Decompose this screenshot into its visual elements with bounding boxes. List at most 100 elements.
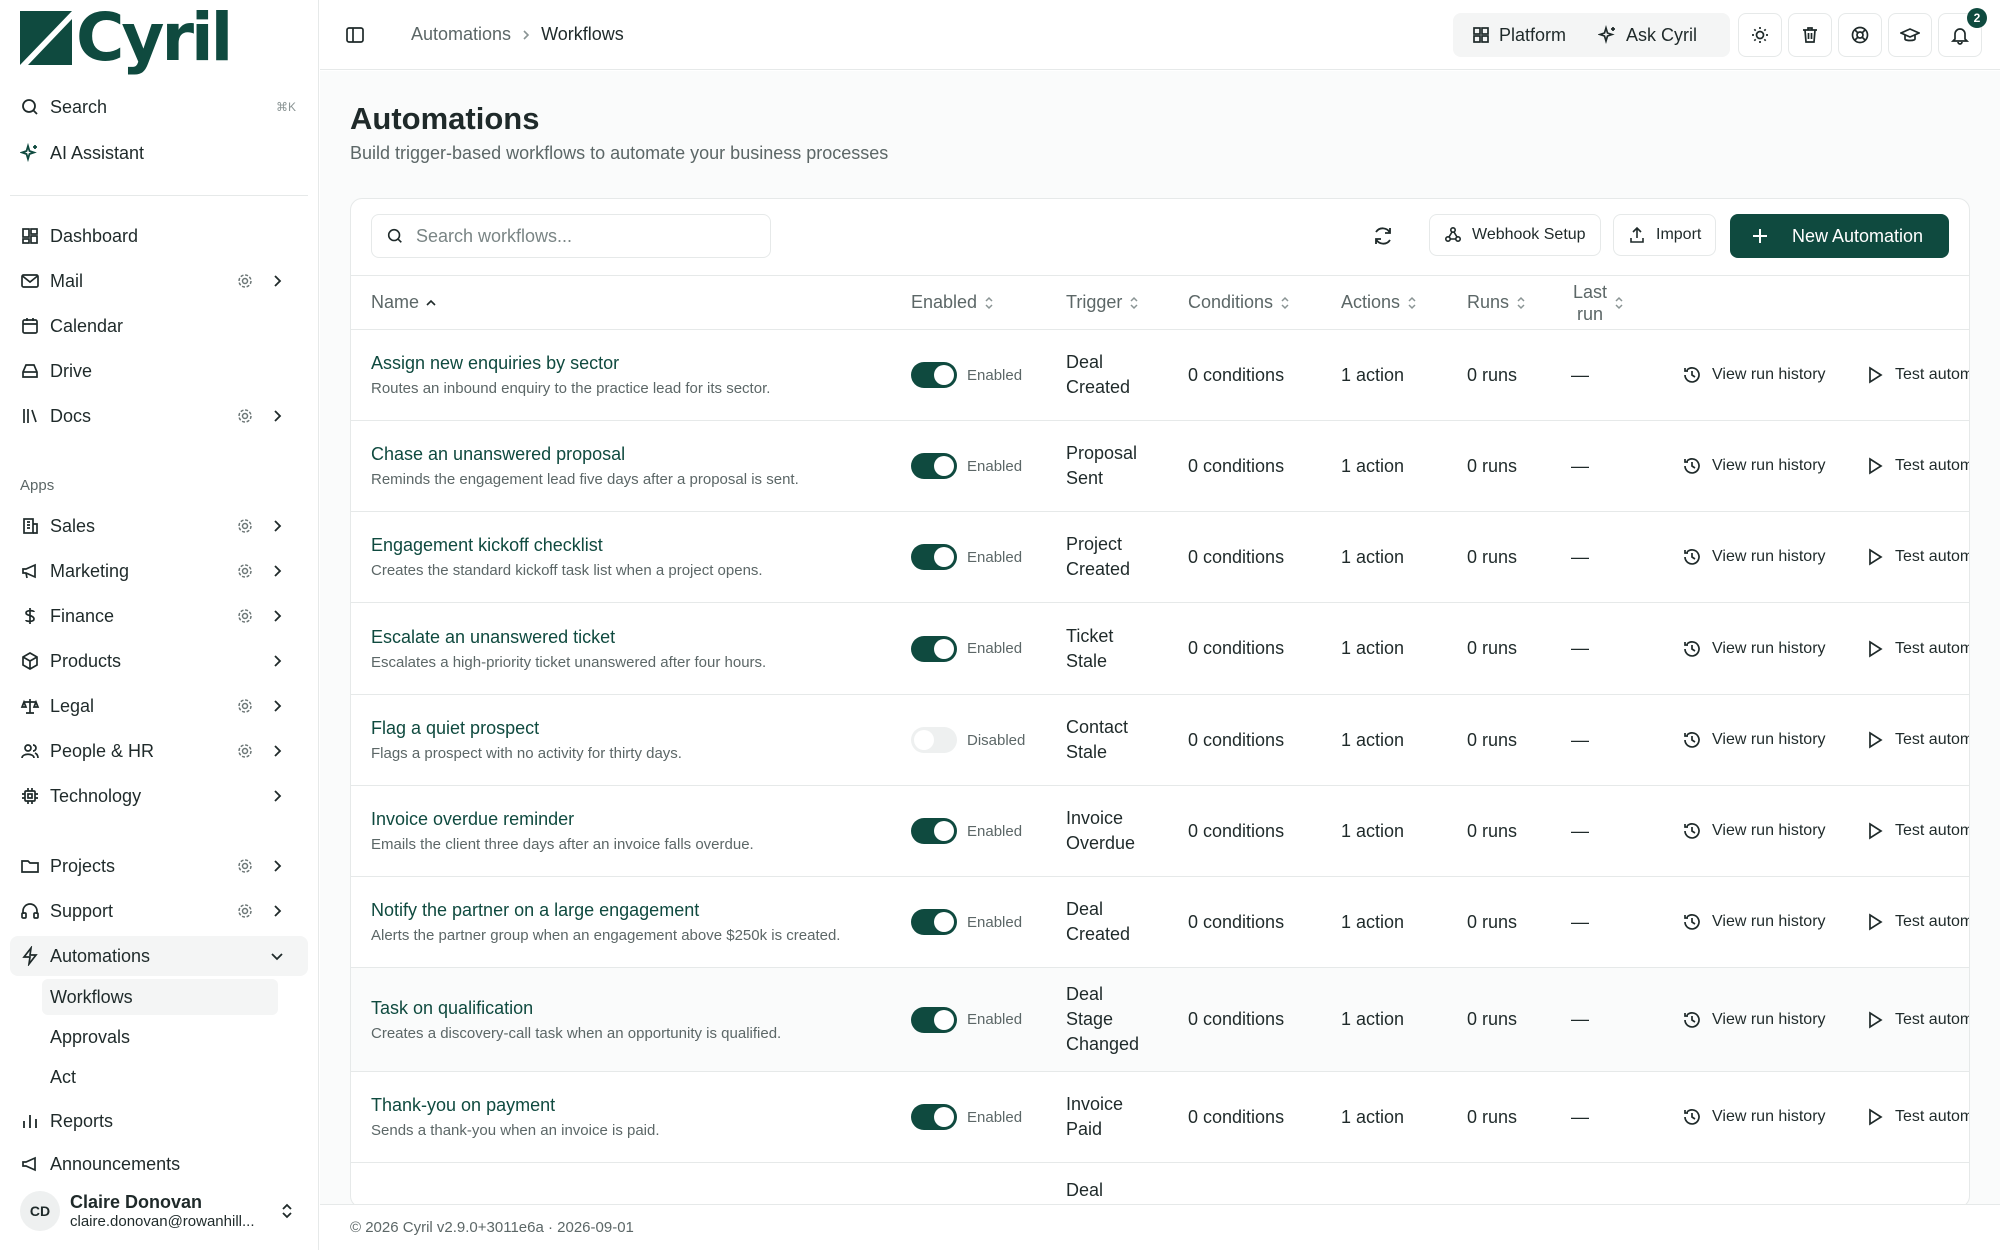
enabled-toggle[interactable] (911, 727, 957, 753)
webhook-setup-button[interactable]: Webhook Setup (1429, 214, 1601, 256)
chevron-down-icon[interactable] (268, 947, 286, 965)
sidebar-item-projects[interactable]: Projects (10, 846, 308, 886)
view-run-history-button[interactable]: View run history (1682, 1107, 1826, 1127)
enabled-toggle[interactable] (911, 909, 957, 935)
chevron-right-icon[interactable] (268, 562, 286, 580)
breadcrumb-automations[interactable]: Automations (411, 24, 511, 45)
sidebar-ai-assistant[interactable]: AI Assistant (10, 133, 308, 173)
enabled-toggle[interactable] (911, 362, 957, 388)
chevron-right-icon[interactable] (268, 742, 286, 760)
sidebar-item-drive[interactable]: Drive (10, 351, 308, 391)
sidebar-item-automations[interactable]: Automations (10, 936, 308, 976)
view-run-history-button[interactable]: View run history (1682, 547, 1826, 567)
gear-icon[interactable] (236, 607, 254, 625)
chevron-right-icon[interactable] (268, 407, 286, 425)
user-menu[interactable]: CD Claire Donovan claire.donovan@rowanhi… (10, 1186, 308, 1236)
table-row[interactable]: Escalate an unanswered ticket Escalates … (351, 603, 1969, 695)
workflow-name[interactable]: Engagement kickoff checklist (371, 535, 603, 556)
enabled-toggle[interactable] (911, 1006, 957, 1033)
view-run-history-button[interactable]: View run history (1682, 821, 1826, 841)
workflow-name[interactable]: Notify the partner on a large engagement (371, 900, 699, 921)
sidebar-item-mail[interactable]: Mail (10, 261, 308, 301)
sidebar-item-reports[interactable]: Reports (10, 1101, 308, 1141)
column-enabled[interactable]: Enabled (911, 276, 995, 329)
chevron-right-icon[interactable] (268, 652, 286, 670)
sidebar-item-calendar[interactable]: Calendar (10, 306, 308, 346)
sidebar-item-products[interactable]: Products (10, 641, 308, 681)
chevron-right-icon[interactable] (268, 517, 286, 535)
column-name[interactable]: Name (371, 276, 437, 329)
enabled-toggle[interactable] (911, 544, 957, 570)
sidebar-item-support[interactable]: Support (10, 891, 308, 931)
table-row[interactable]: Thank-you on payment Sends a thank-you w… (351, 1072, 1969, 1163)
gear-icon[interactable] (236, 272, 254, 290)
sidebar-subitem-act[interactable]: Act (42, 1059, 278, 1095)
workflow-name[interactable]: Escalate an unanswered ticket (371, 627, 615, 648)
view-run-history-button[interactable]: View run history (1682, 365, 1826, 385)
test-automation-button[interactable]: Test autom (1865, 821, 1969, 841)
trash-button[interactable] (1788, 13, 1832, 57)
refresh-icon[interactable] (1371, 224, 1395, 248)
chevron-right-icon[interactable] (268, 697, 286, 715)
import-button[interactable]: Import (1613, 214, 1717, 256)
ask-cyril-button[interactable]: Ask Cyril (1598, 25, 1697, 46)
workflow-name[interactable]: Task on qualification (371, 998, 533, 1019)
sidebar-item-docs[interactable]: Docs (10, 396, 308, 436)
chevron-right-icon[interactable] (268, 787, 286, 805)
view-run-history-button[interactable]: View run history (1682, 639, 1826, 659)
gear-icon[interactable] (236, 517, 254, 535)
chevron-right-icon[interactable] (268, 607, 286, 625)
workflow-name[interactable]: Thank-you on payment (371, 1095, 555, 1116)
gear-icon[interactable] (236, 407, 254, 425)
test-automation-button[interactable]: Test autom (1865, 912, 1969, 932)
platform-button[interactable]: Platform (1471, 25, 1566, 46)
table-row[interactable]: Deal (351, 1164, 1969, 1207)
sidebar-subitem-workflows[interactable]: Workflows (42, 979, 278, 1015)
gear-icon[interactable] (236, 742, 254, 760)
cyril-logo[interactable]: Cyril (20, 5, 233, 71)
gear-icon[interactable] (236, 562, 254, 580)
table-row[interactable]: Notify the partner on a large engagement… (351, 877, 1969, 968)
table-row[interactable]: Invoice overdue reminder Emails the clie… (351, 786, 1969, 877)
table-row[interactable]: Flag a quiet prospect Flags a prospect w… (351, 695, 1969, 786)
learning-button[interactable] (1888, 13, 1932, 57)
sidebar-subitem-approvals[interactable]: Approvals (42, 1019, 278, 1055)
view-run-history-button[interactable]: View run history (1682, 730, 1826, 750)
chevron-right-icon[interactable] (268, 857, 286, 875)
test-automation-button[interactable]: Test autom (1865, 456, 1969, 476)
workflow-name[interactable]: Invoice overdue reminder (371, 809, 574, 830)
notifications-button[interactable]: 2 (1938, 8, 1987, 57)
table-row[interactable]: Task on qualification Creates a discover… (351, 968, 1969, 1072)
chevron-right-icon[interactable] (268, 902, 286, 920)
sidebar-item-dashboard[interactable]: Dashboard (10, 216, 308, 256)
sidebar-toggle-icon[interactable] (344, 24, 366, 46)
sidebar-item-people-hr[interactable]: People & HR (10, 731, 308, 771)
column-trigger[interactable]: Trigger (1066, 276, 1140, 329)
enabled-toggle[interactable] (911, 818, 957, 844)
table-row[interactable]: Assign new enquiries by sector Routes an… (351, 330, 1969, 421)
test-automation-button[interactable]: Test autom (1865, 1107, 1969, 1127)
column-actions[interactable]: Actions (1341, 276, 1418, 329)
gear-icon[interactable] (236, 697, 254, 715)
sidebar-item-marketing[interactable]: Marketing (10, 551, 308, 591)
help-button[interactable] (1838, 13, 1882, 57)
table-row[interactable]: Engagement kickoff checklist Creates the… (351, 512, 1969, 603)
sidebar-item-finance[interactable]: Finance (10, 596, 308, 636)
new-automation-button[interactable]: New Automation (1730, 214, 1949, 258)
test-automation-button[interactable]: Test autom (1865, 1010, 1969, 1030)
sidebar-search[interactable]: Search ⌘K (10, 87, 308, 127)
sidebar-item-legal[interactable]: Legal (10, 686, 308, 726)
test-automation-button[interactable]: Test autom (1865, 730, 1969, 750)
sidebar-item-sales[interactable]: Sales (10, 506, 308, 546)
view-run-history-button[interactable]: View run history (1682, 1010, 1826, 1030)
search-input[interactable]: Search workflows... (371, 214, 771, 258)
workflow-name[interactable]: Assign new enquiries by sector (371, 353, 619, 374)
workflow-name[interactable]: Flag a quiet prospect (371, 718, 539, 739)
column-last-run[interactable]: Last run (1573, 276, 1625, 329)
column-runs[interactable]: Runs (1467, 276, 1527, 329)
workflow-name[interactable]: Chase an unanswered proposal (371, 444, 625, 465)
view-run-history-button[interactable]: View run history (1682, 912, 1826, 932)
test-automation-button[interactable]: Test autom (1865, 365, 1969, 385)
chevron-right-icon[interactable] (268, 272, 286, 290)
gear-icon[interactable] (236, 902, 254, 920)
